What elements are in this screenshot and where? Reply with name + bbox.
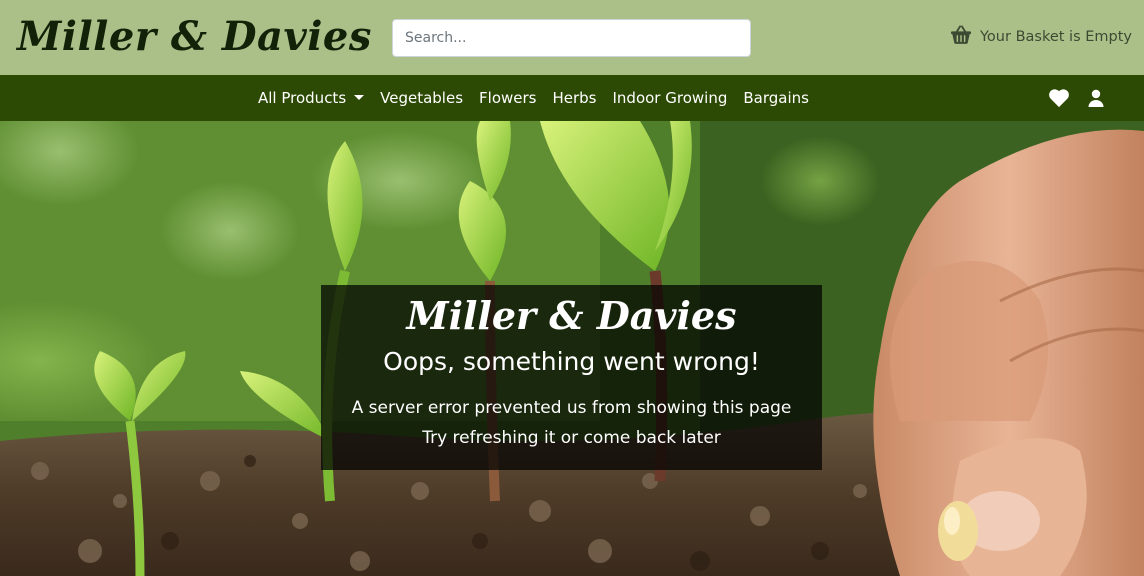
- error-line-2: Try refreshing it or come back later: [422, 428, 721, 448]
- nav-bargains[interactable]: Bargains: [735, 75, 817, 121]
- search-input[interactable]: [392, 19, 751, 57]
- error-title: Oops, something went wrong!: [383, 347, 760, 376]
- nav-all-products[interactable]: All Products: [258, 75, 372, 121]
- basket-link[interactable]: Your Basket is Empty: [950, 25, 1132, 49]
- user-icon[interactable]: [1088, 89, 1104, 107]
- hero-banner: Miller & Davies Oops, something went wro…: [0, 121, 1144, 576]
- error-message-box: Miller & Davies Oops, something went wro…: [321, 285, 822, 470]
- heart-icon[interactable]: [1048, 88, 1070, 108]
- nav-indoor-growing[interactable]: Indoor Growing: [605, 75, 736, 121]
- nav-all-products-label: All Products: [258, 89, 347, 107]
- basket-label: Your Basket is Empty: [980, 29, 1132, 45]
- nav-vegetables[interactable]: Vegetables: [372, 75, 471, 121]
- error-line-1: A server error prevented us from showing…: [351, 398, 792, 418]
- nav-icons: [1048, 75, 1104, 121]
- nav-herbs[interactable]: Herbs: [544, 75, 604, 121]
- basket-icon: [950, 25, 972, 49]
- nav-flowers[interactable]: Flowers: [471, 75, 544, 121]
- site-logo[interactable]: Miller & Davies: [17, 12, 372, 62]
- site-header: Miller & Davies Your Basket is Empty: [0, 0, 1144, 75]
- nav-links: All Products Vegetables Flowers Herbs In…: [258, 75, 817, 121]
- error-brand: Miller & Davies: [406, 293, 737, 338]
- main-nav: All Products Vegetables Flowers Herbs In…: [0, 75, 1144, 121]
- caret-down-icon: [354, 95, 365, 100]
